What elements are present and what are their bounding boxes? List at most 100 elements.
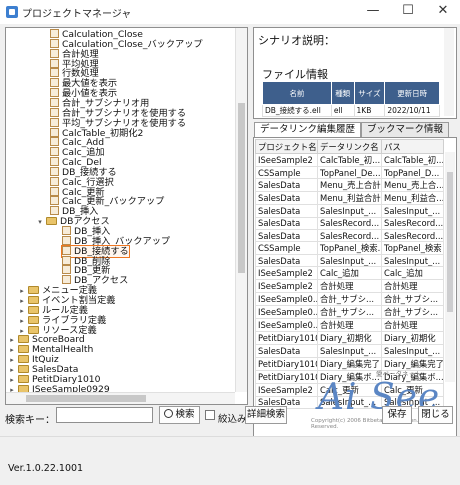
close-window-button[interactable]: ✕ xyxy=(426,0,460,24)
folder-icon xyxy=(28,295,39,304)
history-row[interactable]: ISeeSample0... 合計処理 合計処理 xyxy=(255,318,444,333)
scenario-file-icon xyxy=(50,107,59,117)
history-datalink-cell: 合計処理 xyxy=(317,318,382,333)
history-scroll-thumb[interactable] xyxy=(447,172,453,312)
col-project-name[interactable]: プロジェクト名 xyxy=(255,139,318,154)
scenario-file-icon xyxy=(50,127,59,137)
search-input[interactable] xyxy=(56,407,153,423)
col-datalink-name[interactable]: データリンク名 xyxy=(317,139,382,154)
history-row[interactable]: CSSample TopPanel_検索... TopPanel_検索 xyxy=(255,241,444,256)
search-button[interactable]: 検索 xyxy=(159,406,200,424)
file-col-name: 名前 xyxy=(262,81,332,105)
history-datalink-cell: Diary_初期化 xyxy=(317,331,382,346)
history-path-cell: TopPanel_D... xyxy=(381,165,444,180)
history-project-cell: PetitDiary1010 xyxy=(255,331,318,346)
file-name: DB_接続する.ell xyxy=(262,104,332,117)
history-row[interactable]: ISeeSample0... 合計_サブシ... 合計_サブシ... xyxy=(255,292,444,307)
folder-icon xyxy=(18,374,29,383)
history-project-cell: ISeeSample0... xyxy=(255,318,318,333)
scenario-file-icon xyxy=(50,186,59,196)
history-path-cell: 合計処理 xyxy=(381,318,444,333)
history-row[interactable]: SalesData SalesRecord... SalesRecord... xyxy=(255,228,444,243)
history-row[interactable]: SalesData SalesInput_... SalesInput_... xyxy=(255,254,444,268)
tree-horizontal-scrollbar[interactable] xyxy=(6,392,235,404)
narrow-label: 絞込み xyxy=(218,414,247,425)
folder-icon xyxy=(18,355,29,364)
history-row[interactable]: PetitDiary1010 Diary_初期化 Diary_初期化 xyxy=(255,331,444,346)
scenario-file-icon xyxy=(50,29,59,38)
history-project-cell: SalesData xyxy=(255,216,318,230)
search-button-label: 検索 xyxy=(175,409,195,420)
scenario-file-icon xyxy=(50,147,59,157)
collapse-toggle-icon[interactable]: ▾ xyxy=(36,217,44,228)
history-datalink-cell: Calc_追加 xyxy=(317,266,382,281)
folder-icon xyxy=(28,305,39,314)
file-size: 1KB xyxy=(353,104,386,117)
history-project-cell: ISeeSample0... xyxy=(255,305,318,320)
history-row[interactable]: ISeeSample2 Calc_追加 Calc_追加 xyxy=(255,266,444,281)
tree-scroll-thumb[interactable] xyxy=(238,103,245,273)
close-button[interactable]: 閉じる xyxy=(418,406,453,424)
scenario-file-icon xyxy=(50,97,59,107)
scenario-file-icon xyxy=(50,58,59,68)
history-datalink-cell: 合計_サブシ... xyxy=(317,305,382,320)
search-icon xyxy=(164,409,174,418)
history-scrollbar[interactable] xyxy=(445,152,455,382)
folder-icon xyxy=(46,217,57,226)
history-row[interactable]: SalesData SalesInput_... SalesInput_... xyxy=(255,344,444,358)
folder-icon xyxy=(18,345,29,354)
maximize-button[interactable]: ☐ xyxy=(391,0,425,24)
history-project-cell: SalesData xyxy=(255,254,318,268)
history-row[interactable]: SalesData SalesInput_... SalesInput_... xyxy=(255,204,444,218)
history-path-cell: Calc_追加 xyxy=(381,266,444,281)
scenario-file-icon xyxy=(50,157,59,167)
history-row[interactable]: SalesDataMenu_利益合計...Menu_利益合... xyxy=(255,191,444,206)
detail-search-button[interactable]: 詳細検索 xyxy=(245,406,287,424)
scenario-file-icon xyxy=(62,265,71,275)
scenario-file-icon xyxy=(50,68,59,78)
history-path-cell: Diary_初期化 xyxy=(381,331,444,346)
col-path[interactable]: パス xyxy=(381,139,444,154)
scenario-file-icon xyxy=(50,137,59,147)
project-tree[interactable]: Calculation_Close Calculation_Close_バックアッ… xyxy=(5,27,248,405)
history-row[interactable]: ISeeSample0... 合計_サブシ... 合計_サブシ... xyxy=(255,305,444,320)
history-datalink-cell: 合計_サブシ... xyxy=(317,292,382,307)
history-datalink-cell: SalesRecord... xyxy=(317,216,382,230)
scenario-file-icon xyxy=(50,166,59,176)
history-row[interactable]: ISeeSample2 CalcTable_初... CalcTable_初... xyxy=(255,153,444,167)
tree-hscroll-thumb[interactable] xyxy=(26,395,146,402)
scenario-file-icon xyxy=(62,245,71,255)
version-label: Ver.1.0.22.1001 xyxy=(8,463,84,474)
scenario-file-icon xyxy=(62,226,71,235)
history-row[interactable]: ISeeSample2 合計処理 合計処理 xyxy=(255,279,444,294)
narrow-checkbox[interactable] xyxy=(205,410,215,420)
history-datalink-cell: 合計処理 xyxy=(317,279,382,294)
minimize-button[interactable]: — xyxy=(356,0,390,24)
history-path-cell: SalesInput_... xyxy=(381,254,444,268)
history-datalink-cell: CalcTable_初... xyxy=(317,153,382,167)
folder-icon xyxy=(28,315,39,324)
history-path-cell: 合計_サブシ... xyxy=(381,305,444,320)
scenario-file-icon xyxy=(50,88,59,98)
app-icon xyxy=(6,6,18,18)
folder-icon xyxy=(28,325,39,334)
history-row[interactable]: CSSample TopPanel_De... TopPanel_D... xyxy=(255,165,444,180)
history-path-cell: 合計_サブシ... xyxy=(381,292,444,307)
history-project-cell: CSSample xyxy=(255,165,318,180)
history-datalink-cell: SalesRecord... xyxy=(317,228,382,243)
history-project-cell: SalesData xyxy=(255,204,318,218)
tab-bookmark-info[interactable]: ブックマーク情報 xyxy=(361,122,450,137)
history-row[interactable]: SalesDataMenu_売上合計...Menu_売上合... xyxy=(255,178,444,193)
history-row[interactable]: SalesData SalesRecord... SalesRecord... xyxy=(255,216,444,230)
history-project-cell: SalesData xyxy=(255,344,318,358)
scenario-file-icon xyxy=(50,206,59,216)
save-button[interactable]: 保存 xyxy=(382,406,412,424)
history-project-cell: ISeeSample2 xyxy=(255,382,318,397)
scenario-file-icon xyxy=(62,255,71,265)
tree-vertical-scrollbar[interactable] xyxy=(235,28,247,392)
tab-datalink-history[interactable]: データリンク編集履歴 xyxy=(254,122,362,137)
history-path-cell: Menu_利益合... xyxy=(381,191,444,206)
scenario-file-icon xyxy=(50,117,59,127)
history-project-cell: SalesData xyxy=(255,178,318,193)
scenario-scrollbar[interactable] xyxy=(444,28,454,116)
